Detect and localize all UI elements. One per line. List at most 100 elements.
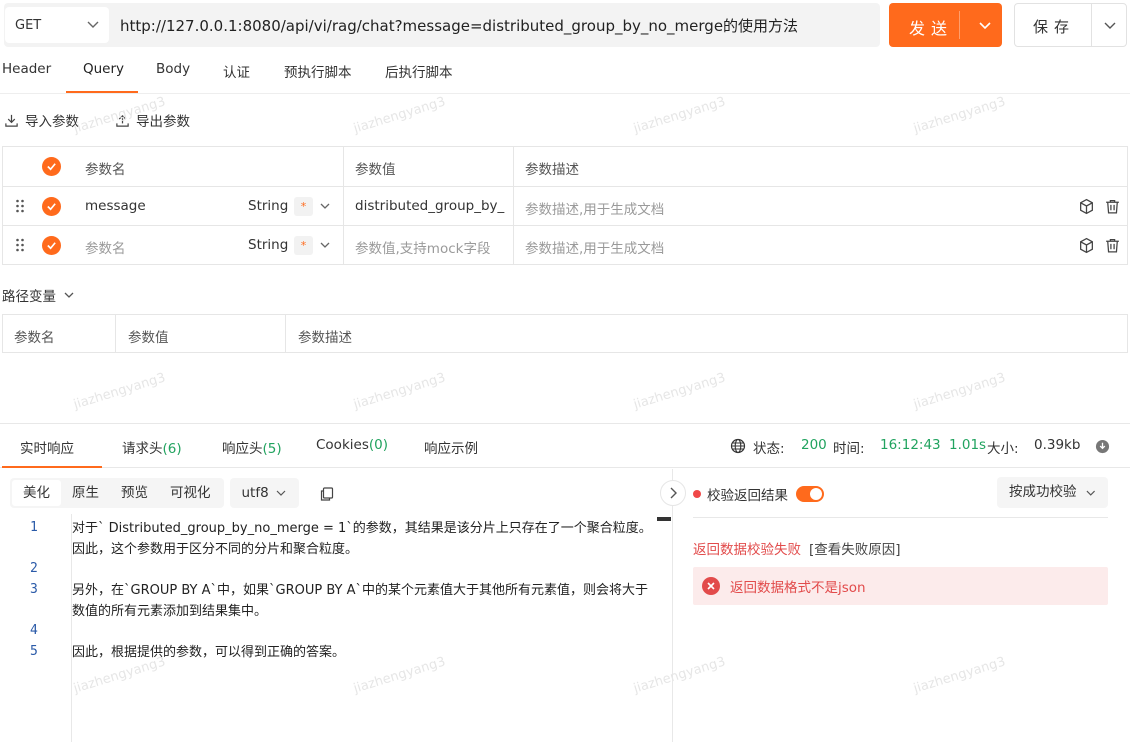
download-icon xyxy=(5,114,18,127)
validation-fail-text: 返回数据校验失败 xyxy=(693,542,801,558)
header-param-desc: 参数描述 xyxy=(525,162,579,178)
error-alert: 返回数据格式不是json xyxy=(693,567,1108,605)
tab-response-headers[interactable]: 响应头(5) xyxy=(222,437,282,457)
cube-icon[interactable] xyxy=(1078,198,1095,215)
tab-body[interactable]: Body xyxy=(156,61,190,77)
param-name-input[interactable]: 参数名 xyxy=(85,237,126,257)
globe-icon[interactable] xyxy=(730,438,746,454)
encoding-select[interactable]: utf8 xyxy=(229,478,299,508)
format-visualize[interactable]: 可视化 xyxy=(159,480,222,506)
code-line: 因此，根据提供的参数，可以得到正确的答案。 xyxy=(72,645,346,660)
watermark: jiazhengyang3 xyxy=(631,94,728,137)
save-button[interactable]: 保存 xyxy=(1014,3,1127,47)
line-number: 5 xyxy=(30,644,38,659)
param-name-input[interactable]: message xyxy=(85,198,146,214)
watermark: jiazhengyang3 xyxy=(911,94,1008,137)
error-message: 返回数据格式不是json xyxy=(730,580,866,596)
method-label: GET xyxy=(15,17,42,33)
column-divider xyxy=(115,315,116,352)
tab-count: (6) xyxy=(162,441,182,457)
upload-icon xyxy=(116,114,129,127)
method-select[interactable]: GET xyxy=(5,7,109,43)
code-line: 对于` Distributed_group_by_no_merge = 1`的参… xyxy=(72,521,652,557)
query-params-table: 参数名 参数值 参数描述 message String * distribute… xyxy=(2,146,1128,265)
time-value: 16:12:43 xyxy=(880,437,941,453)
response-tabs: 实时响应 请求头(6) 响应头(5) Cookies(0) 响应示例 状态: 2… xyxy=(0,423,1130,468)
param-value-input[interactable]: 参数值,支持mock字段 xyxy=(355,237,490,257)
send-button[interactable]: 发送 xyxy=(889,3,1002,47)
duration-value: 1.01s xyxy=(949,437,987,453)
request-tabs: Header Query Body 认证 预执行脚本 后执行脚本 xyxy=(0,52,1130,94)
tab-response-example[interactable]: 响应示例 xyxy=(424,437,478,457)
validation-toggle[interactable] xyxy=(796,486,824,502)
row-checkbox[interactable] xyxy=(42,236,61,255)
chevron-down-icon[interactable] xyxy=(977,17,993,33)
required-toggle[interactable]: * xyxy=(294,236,313,255)
tab-post-script[interactable]: 后执行脚本 xyxy=(385,61,453,81)
url-bar: GET http://127.0.0.1:8080/api/vi/rag/cha… xyxy=(4,3,880,47)
send-label: 发送 xyxy=(909,19,954,38)
format-preview[interactable]: 预览 xyxy=(110,480,159,506)
check-icon xyxy=(47,242,56,250)
column-divider xyxy=(285,315,286,352)
param-desc-input[interactable]: 参数描述,用于生成文档 xyxy=(525,198,664,218)
param-desc-input[interactable]: 参数描述,用于生成文档 xyxy=(525,237,664,257)
watermark: jiazhengyang3 xyxy=(911,654,1008,697)
collapse-panel-button[interactable] xyxy=(660,480,686,506)
tab-realtime-response[interactable]: 实时响应 xyxy=(20,437,74,457)
check-icon xyxy=(47,163,56,171)
cube-icon[interactable] xyxy=(1078,237,1095,254)
save-divider xyxy=(1091,4,1092,46)
tab-cookies[interactable]: Cookies(0) xyxy=(316,437,388,453)
table-row: message String * distributed_group_by_ 参… xyxy=(3,186,1127,225)
line-number: 2 xyxy=(30,561,38,576)
scrollbar[interactable] xyxy=(657,517,671,521)
tab-query[interactable]: Query xyxy=(83,61,124,77)
table-row: 参数名 String * 参数值,支持mock字段 参数描述,用于生成文档 xyxy=(3,225,1127,264)
param-value-input[interactable]: distributed_group_by_ xyxy=(355,198,504,214)
param-type-select[interactable]: String xyxy=(248,198,288,214)
table-header-row: 参数名 参数值 参数描述 xyxy=(3,147,1127,186)
trash-icon[interactable] xyxy=(1104,198,1121,215)
required-toggle[interactable]: * xyxy=(294,197,313,216)
trash-icon[interactable] xyxy=(1104,237,1121,254)
line-number: 3 xyxy=(30,582,38,597)
panel-divider[interactable] xyxy=(672,469,673,742)
save-label: 保存 xyxy=(1033,18,1076,36)
tab-count: (0) xyxy=(368,437,388,453)
status-dot xyxy=(693,490,701,498)
view-fail-reason-link[interactable]: [查看失败原因] xyxy=(809,542,901,558)
validation-mode-select[interactable]: 按成功校验 xyxy=(997,477,1108,508)
select-all-checkbox[interactable] xyxy=(42,157,61,176)
validation-mode-label: 按成功校验 xyxy=(1009,484,1077,500)
chevron-down-icon[interactable] xyxy=(318,238,332,252)
line-number: 4 xyxy=(30,623,38,638)
chevron-down-icon[interactable] xyxy=(1102,17,1118,33)
response-body-editor[interactable]: 1 对于` Distributed_group_by_no_merge = 1`… xyxy=(0,514,658,742)
drag-handle-icon[interactable] xyxy=(15,237,25,253)
import-params-button[interactable]: 导入参数 xyxy=(4,110,79,130)
drag-handle-icon[interactable] xyxy=(15,198,25,214)
format-raw[interactable]: 原生 xyxy=(61,480,110,506)
send-divider xyxy=(959,11,960,39)
tab-request-headers[interactable]: 请求头(6) xyxy=(122,437,182,457)
row-checkbox[interactable] xyxy=(42,197,61,216)
header-param-value: 参数值 xyxy=(128,330,169,346)
export-label: 导出参数 xyxy=(136,114,190,130)
tab-header[interactable]: Header xyxy=(2,61,51,77)
copy-icon[interactable] xyxy=(319,486,335,502)
format-pretty[interactable]: 美化 xyxy=(12,480,61,506)
path-vars-label: 路径变量 xyxy=(2,289,56,305)
encoding-label: utf8 xyxy=(241,485,269,501)
path-vars-toggle[interactable]: 路径变量 xyxy=(2,285,76,305)
tab-pre-script[interactable]: 预执行脚本 xyxy=(284,61,352,81)
code-line: 另外，在`GROUP BY A`中，如果`GROUP BY A`中的某个元素值大… xyxy=(72,583,648,619)
download-circle-icon[interactable] xyxy=(1095,439,1110,454)
error-icon xyxy=(702,577,720,595)
url-input[interactable]: http://127.0.0.1:8080/api/vi/rag/chat?me… xyxy=(120,15,798,36)
param-type-select[interactable]: String xyxy=(248,237,288,253)
status-code: 200 xyxy=(801,437,827,453)
chevron-down-icon[interactable] xyxy=(318,199,332,213)
export-params-button[interactable]: 导出参数 xyxy=(115,110,190,130)
tab-auth[interactable]: 认证 xyxy=(223,61,250,81)
